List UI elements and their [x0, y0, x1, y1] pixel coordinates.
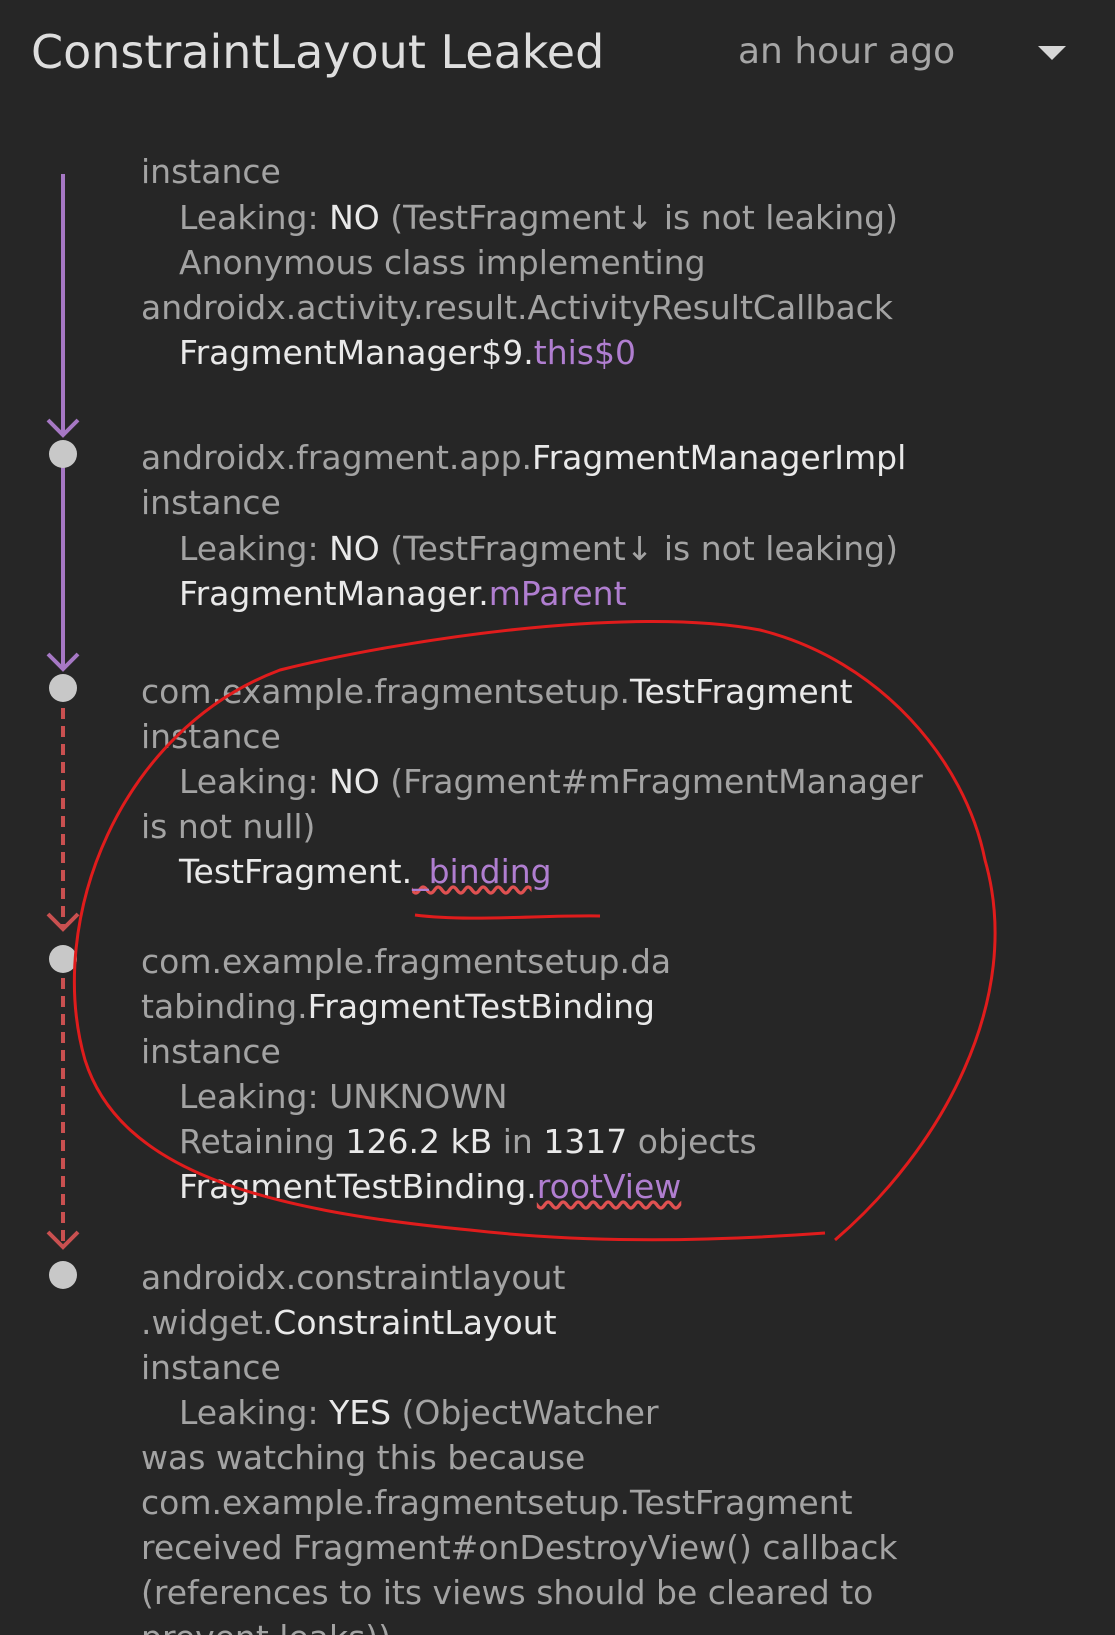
red-circle-annotation	[72, 620, 997, 1242]
